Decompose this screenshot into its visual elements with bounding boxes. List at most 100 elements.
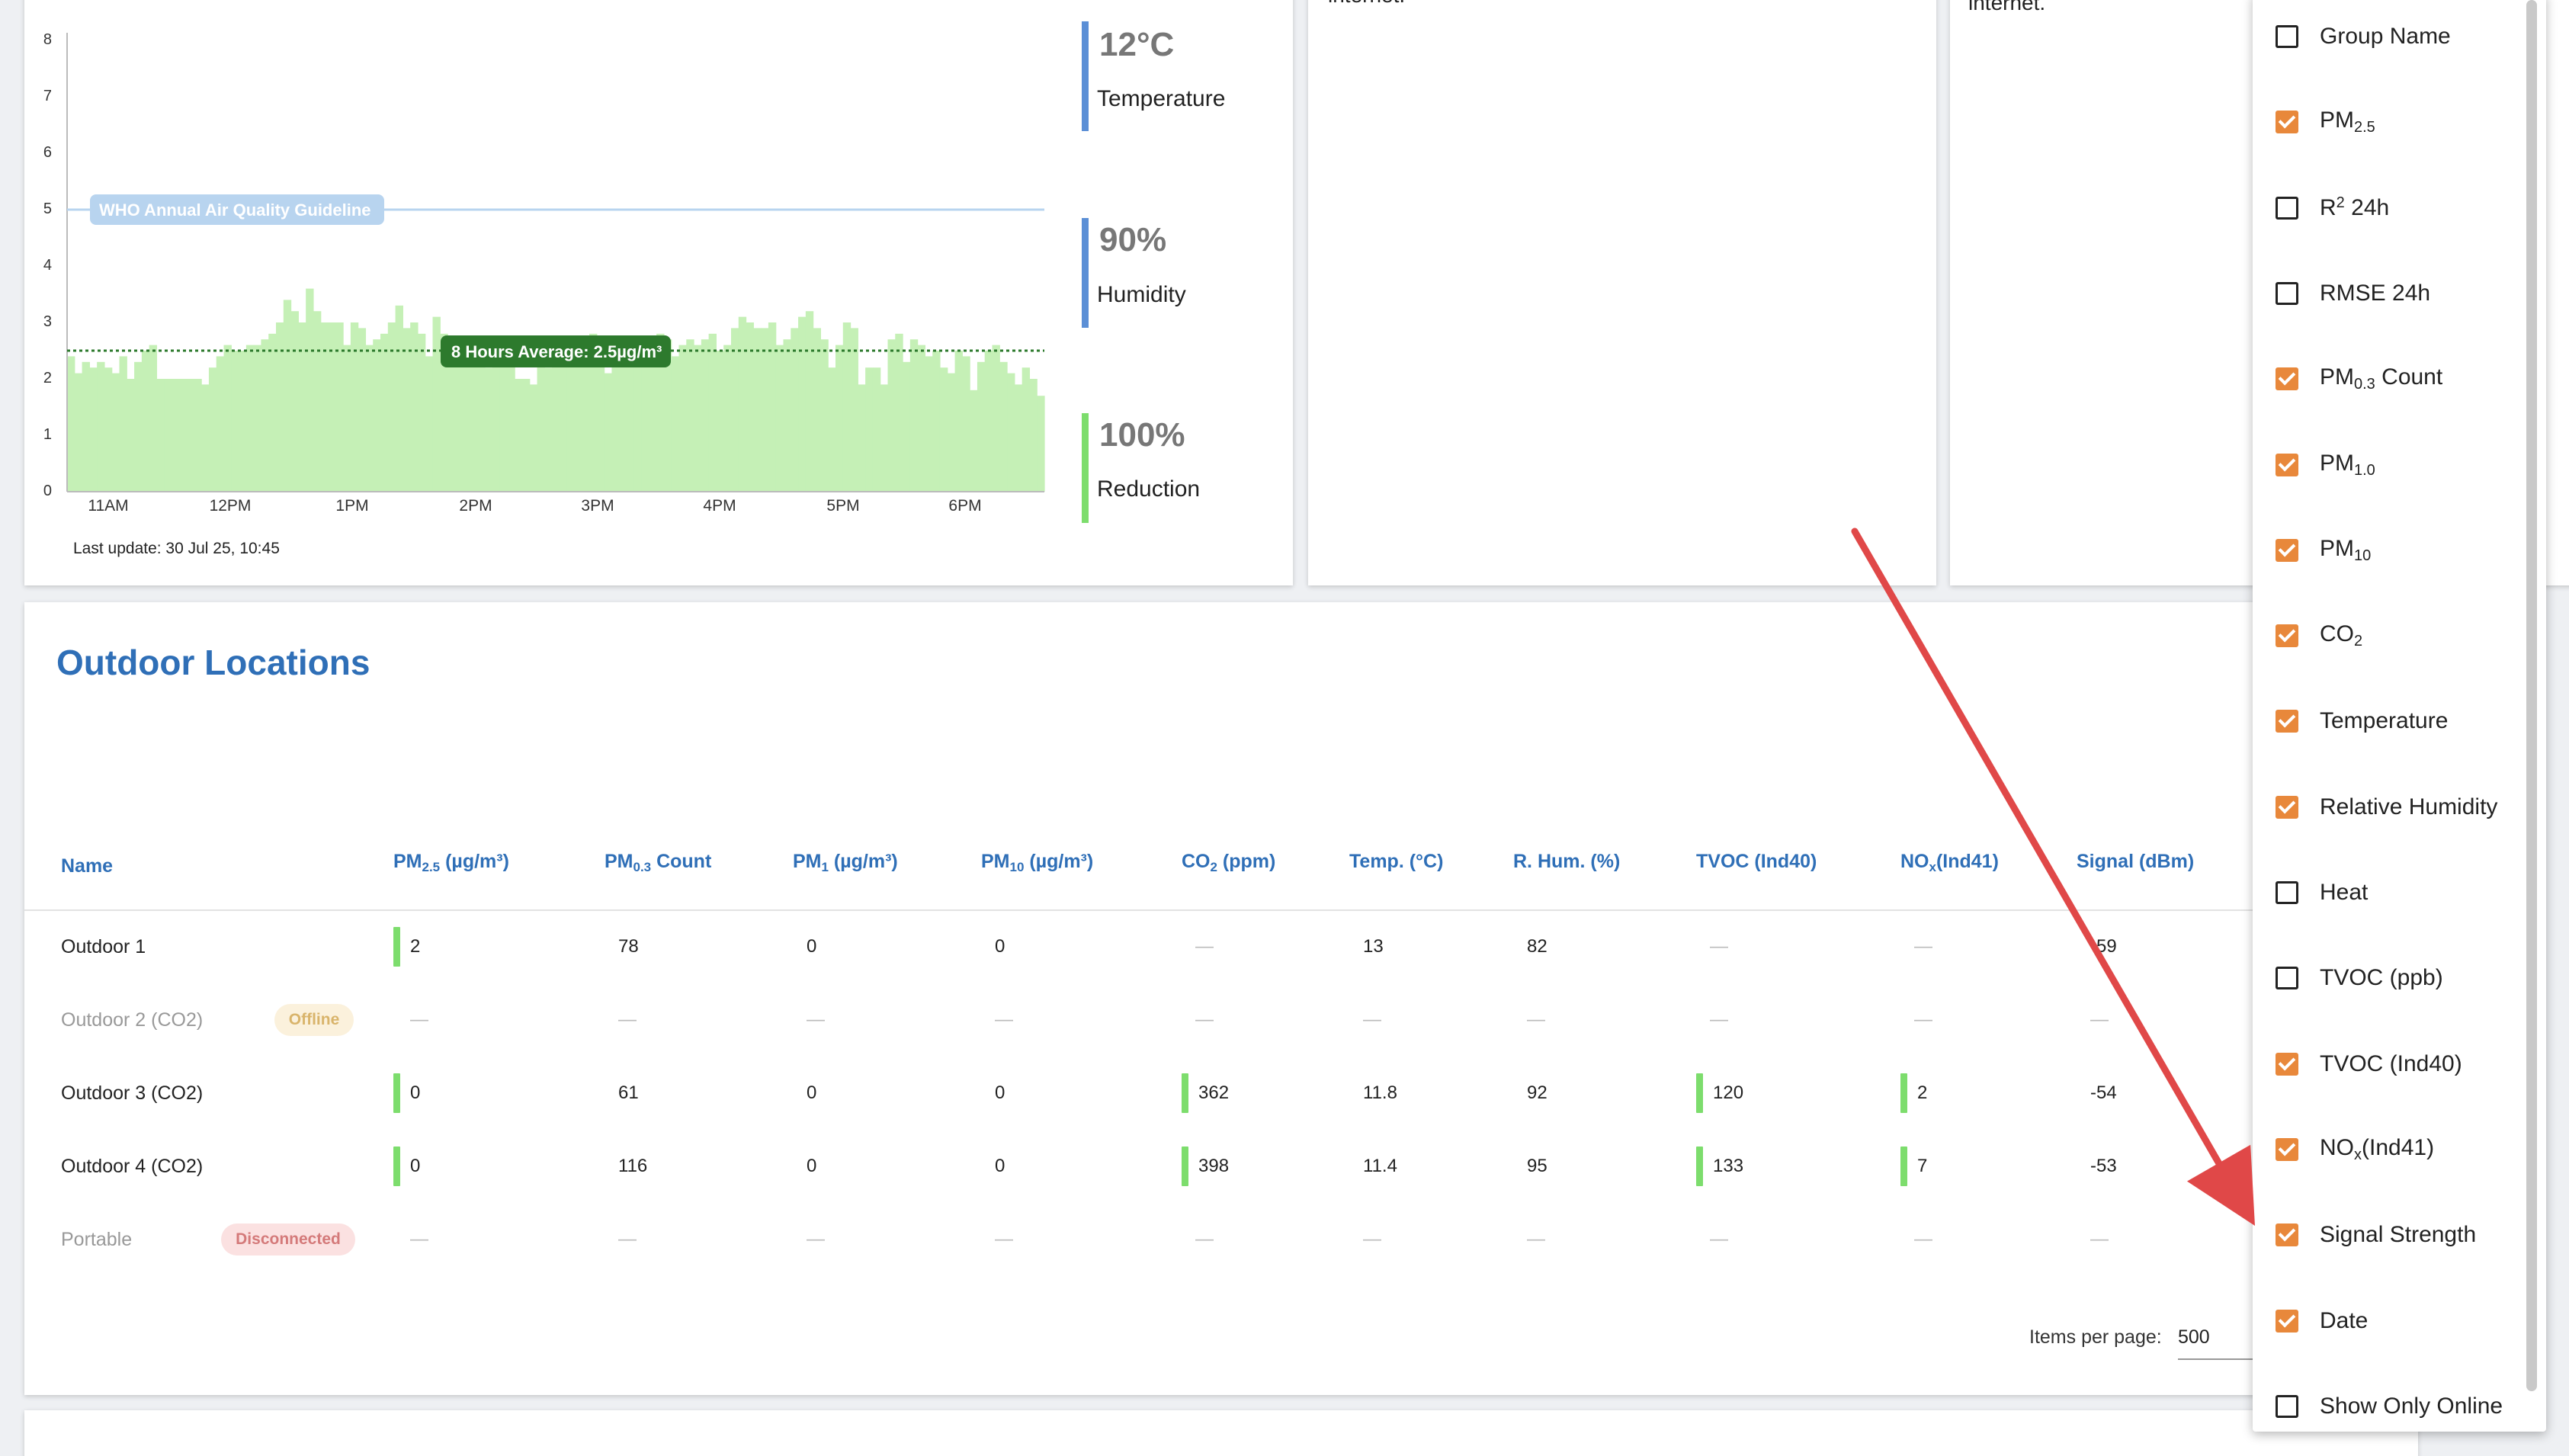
location-name[interactable]: Outdoor 3 (CO2) [61,1082,203,1105]
location-name[interactable]: Outdoor 2 (CO2) [61,1009,203,1031]
checkbox-checked[interactable] [2276,795,2298,819]
column-option[interactable]: TVOC (Ind40) [2276,1041,2462,1087]
reduction-value: 100% [1099,416,1185,454]
chart-bar [89,367,98,492]
table-row[interactable] [24,1130,2250,1203]
column-option[interactable]: Relative Humidity [2276,784,2497,830]
column-option-label: TVOC (Ind40) [2320,1050,2462,1076]
cell-pm25: 2 [410,936,421,957]
column-header-pm10[interactable]: PM10 (µg/m³) [981,851,1093,875]
column-option[interactable]: Date [2276,1298,2368,1344]
column-header-rhum[interactable]: R. Hum. (%) [1513,851,1620,873]
middle-card-text: internet. [1328,0,1405,8]
column-header-nox[interactable]: NOx(Ind41) [1900,851,1999,875]
column-header-tvoc[interactable]: TVOC (Ind40) [1696,851,1817,873]
column-option[interactable]: Group Name [2276,14,2451,59]
location-name[interactable]: Outdoor 4 (CO2) [61,1156,203,1178]
checkbox-checked[interactable] [2276,111,2298,134]
column-header-pm1[interactable]: PM1 (µg/m³) [793,851,898,875]
cell-tvoc: — [1710,936,1728,957]
column-option[interactable]: NOx(Ind41) [2276,1127,2434,1172]
chart-bar [582,351,590,492]
checkbox-checked[interactable] [2276,1052,2298,1076]
location-name[interactable]: Outdoor 1 [61,936,146,958]
checkbox-checked[interactable] [2276,367,2298,391]
checkbox-unchecked[interactable] [2276,881,2298,904]
checkbox-checked[interactable] [2276,538,2298,562]
chart-bar [97,361,105,492]
chart-bar [932,351,941,492]
column-option[interactable]: PM10 [2276,528,2371,573]
chart-bar [880,384,889,492]
cell-temp: 13 [1363,936,1384,957]
column-header-pm25[interactable]: PM2.5 (µg/m³) [393,851,509,875]
column-header-name[interactable]: Name [61,855,113,877]
checkbox-checked[interactable] [2276,1223,2298,1247]
cell-pm25: — [410,1229,428,1249]
checkbox-checked[interactable] [2276,1309,2298,1333]
column-option[interactable]: Heat [2276,870,2368,916]
column-header-temp[interactable]: Temp. (°C) [1349,851,1443,873]
status-indicator [1900,1073,1907,1113]
chart-bar [820,339,829,492]
column-option[interactable]: TVOC (ppb) [2276,955,2443,1001]
location-name[interactable]: Portable [61,1229,132,1251]
table-row[interactable] [24,1057,2250,1130]
column-option[interactable]: RMSE 24h [2276,271,2430,316]
chart-bar [574,351,582,492]
chart-bar [328,322,336,492]
cell-pm03: — [618,1229,637,1249]
cell-pm03: — [618,1009,637,1030]
chart-bar [156,379,165,492]
x-tick-label: 2PM [459,497,492,515]
checkbox-checked[interactable] [2276,1137,2298,1161]
checkbox-checked[interactable] [2276,710,2298,733]
y-tick-label: 0 [43,483,52,499]
column-option[interactable]: Signal Strength [2276,1212,2476,1258]
column-option[interactable]: Temperature [2276,698,2448,744]
chart-bar [1007,373,1015,492]
column-option[interactable]: PM1.0 [2276,442,2375,488]
column-option-label: Date [2320,1307,2369,1333]
y-tick-label: 6 [43,144,52,161]
checkbox-checked[interactable] [2276,624,2298,648]
chart-bar [544,367,553,492]
cell-pm03: 78 [618,936,639,957]
chart-bar [119,356,127,492]
column-header-pm03[interactable]: PM0.3 Count [605,851,711,875]
chart-bar [343,345,351,492]
who-guideline-label: WHO Annual Air Quality Guideline [90,194,384,225]
items-per-page-select[interactable]: 500 [2178,1317,2254,1360]
column-option-label: PM1.0 [2320,450,2375,479]
cell-rhum: — [1527,1009,1545,1030]
cell-nox: — [1914,1229,1932,1249]
temperature-label: Temperature [1097,86,1226,111]
column-option[interactable]: Show Only Online [2276,1384,2503,1429]
column-header-signal[interactable]: Signal (dBm) [2077,851,2194,873]
chart-bar [335,322,344,492]
column-option[interactable]: CO2 [2276,613,2362,659]
chart-bar [358,328,367,492]
checkbox-unchecked[interactable] [2276,967,2298,990]
column-option[interactable]: R2 24h [2276,185,2389,231]
chart-bar [507,361,515,492]
chart-bar [813,328,822,492]
checkbox-unchecked[interactable] [2276,25,2298,48]
checkbox-unchecked[interactable] [2276,196,2298,220]
cell-co2: 398 [1198,1156,1230,1176]
chart-bar [417,333,426,492]
column-header-co2[interactable]: CO2 (ppm) [1182,851,1275,875]
checkbox-unchecked[interactable] [2276,1394,2298,1418]
chart-bar [604,373,612,492]
chart-bar [753,328,762,492]
chart-bar [738,316,747,492]
checkbox-checked[interactable] [2276,453,2298,476]
checkbox-unchecked[interactable] [2276,281,2298,305]
column-option[interactable]: PM0.3 Count [2276,356,2442,402]
chart-bar [261,339,269,492]
chart-bar [716,351,724,492]
chart-bar [925,356,933,492]
chart-bar [403,328,411,492]
column-menu-scrollbar[interactable] [2526,0,2537,1391]
column-option[interactable]: PM2.5 [2276,99,2375,145]
